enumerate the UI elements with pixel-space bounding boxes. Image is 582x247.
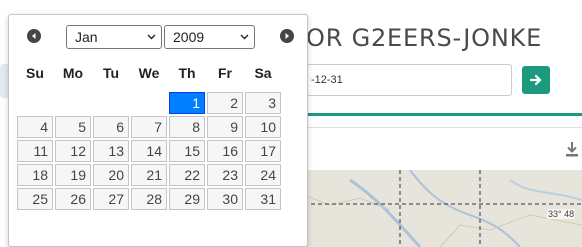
prev-month-button[interactable] <box>27 29 41 43</box>
weekday-header-row: Su Mo Tu We Th Fr Sa <box>17 54 302 92</box>
calendar-day[interactable]: 5 <box>55 116 91 138</box>
calendar-day[interactable]: 25 <box>17 188 53 210</box>
download-icon[interactable] <box>564 140 580 158</box>
weekday-sat: Sa <box>254 65 272 81</box>
datepicker: Jan 2009 Su Mo Tu We Th Fr Sa 1234567891… <box>8 14 308 247</box>
calendar-day[interactable]: 12 <box>55 140 91 162</box>
chevron-down-icon <box>147 34 156 40</box>
map-coordinate-label: 33° 48 <box>547 209 576 219</box>
calendar-grid: 1 2 3 4 5 6 7 8 9 10 11 12 13 14 15 16 17 18 19 20 21 22 23 24 2… <box>17 92 302 210</box>
calendar-day[interactable]: 21 <box>131 164 167 186</box>
calendar-day[interactable]: 7 <box>131 116 167 138</box>
calendar-day[interactable]: 24 <box>245 164 281 186</box>
weekday-wed: We <box>138 65 160 81</box>
calendar-day[interactable]: 31 <box>245 188 281 210</box>
calendar-day[interactable]: 4 <box>17 116 53 138</box>
date-input[interactable]: -12-31 <box>290 64 512 96</box>
circle-triangle-right-icon <box>285 33 289 39</box>
month-select-value: Jan <box>75 29 98 45</box>
year-select[interactable]: 2009 <box>164 25 255 49</box>
calendar-day[interactable]: 30 <box>207 188 243 210</box>
calendar-day[interactable]: 6 <box>93 116 129 138</box>
calendar-day[interactable]: 3 <box>245 92 281 114</box>
chevron-down-icon <box>240 34 249 40</box>
go-button[interactable] <box>522 66 550 94</box>
map[interactable]: 33° 48 <box>290 170 582 247</box>
calendar-day[interactable]: 23 <box>207 164 243 186</box>
year-select-value: 2009 <box>173 29 205 45</box>
calendar-day[interactable]: 14 <box>131 140 167 162</box>
datepicker-header: Jan 2009 <box>14 18 302 54</box>
calendar-day[interactable]: 15 <box>169 140 205 162</box>
section-divider <box>290 113 582 116</box>
calendar-day[interactable]: 20 <box>93 164 129 186</box>
page-title: OR G2EERS-JONKE <box>306 24 543 52</box>
calendar-day[interactable]: 17 <box>245 140 281 162</box>
arrow-right-icon <box>530 74 542 86</box>
weekday-mon: Mo <box>62 65 84 81</box>
calendar-day[interactable]: 8 <box>169 116 205 138</box>
calendar-empty-cell <box>55 92 91 114</box>
calendar-day[interactable]: 19 <box>55 164 91 186</box>
weekday-fri: Fr <box>218 65 232 81</box>
calendar-empty-cell <box>131 92 167 114</box>
calendar-day[interactable]: 2 <box>207 92 243 114</box>
calendar-day[interactable]: 28 <box>131 188 167 210</box>
next-month-button[interactable] <box>280 29 294 43</box>
calendar-day[interactable]: 11 <box>17 140 53 162</box>
calendar-day[interactable]: 13 <box>93 140 129 162</box>
calendar-day[interactable]: 27 <box>93 188 129 210</box>
calendar-empty-cell <box>93 92 129 114</box>
weekday-sun: Su <box>26 65 44 81</box>
calendar-empty-cell <box>17 92 53 114</box>
calendar-day[interactable]: 9 <box>207 116 243 138</box>
circle-triangle-left-icon <box>32 33 36 39</box>
calendar-day[interactable]: 26 <box>55 188 91 210</box>
calendar-day[interactable]: 16 <box>207 140 243 162</box>
weekday-tue: Tu <box>102 65 120 81</box>
calendar-day[interactable]: 10 <box>245 116 281 138</box>
calendar-day[interactable]: 1 <box>169 92 205 114</box>
calendar-day[interactable]: 18 <box>17 164 53 186</box>
month-select[interactable]: Jan <box>66 25 162 49</box>
weekday-thu: Th <box>178 65 196 81</box>
map-graticule <box>290 170 582 247</box>
panel-divider <box>290 127 582 128</box>
calendar-day[interactable]: 22 <box>169 164 205 186</box>
calendar-day[interactable]: 29 <box>169 188 205 210</box>
